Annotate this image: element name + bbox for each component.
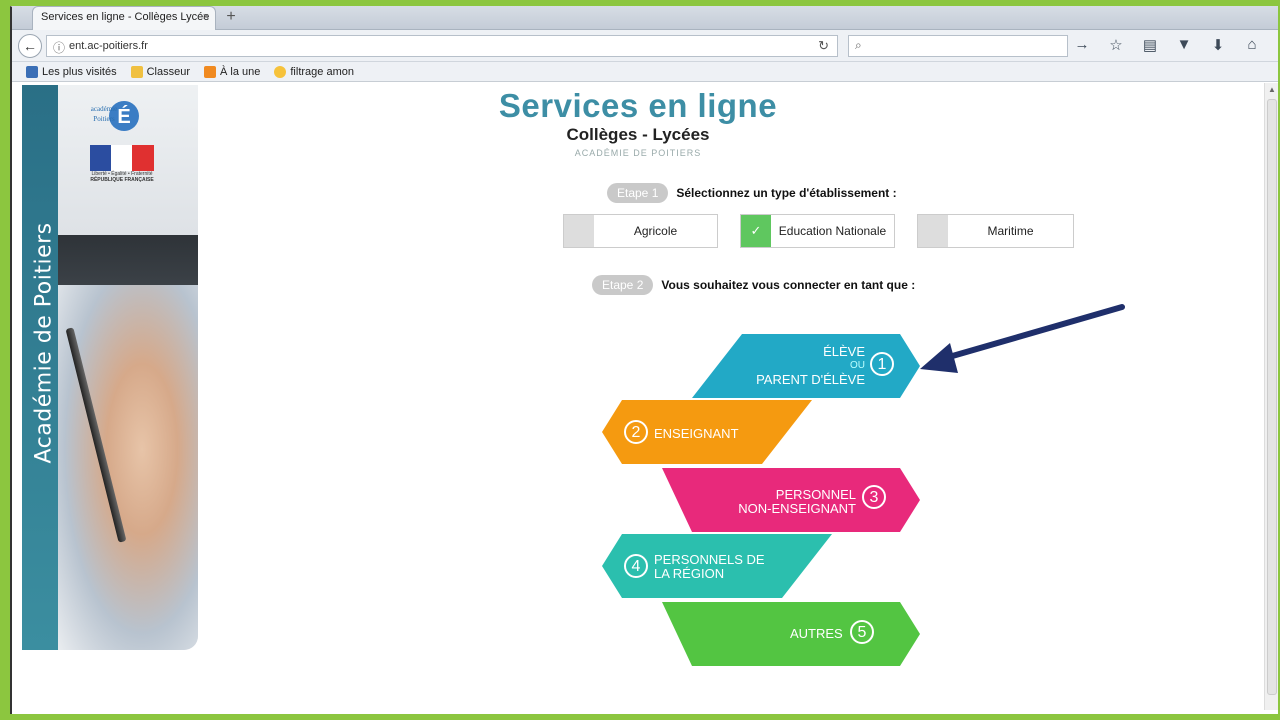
option-label: Maritime (987, 224, 1034, 238)
rss-icon (204, 65, 216, 78)
option-label: Education Nationale (778, 224, 887, 238)
info-icon[interactable]: ⓘ (53, 39, 65, 56)
academy-label: ACADÉMIE DE POITIERS (574, 148, 702, 158)
back-arrow-icon[interactable]: ← (18, 34, 42, 58)
page-title: Services en ligne (498, 87, 778, 124)
step2-heading: Etape 2 Vous souhaitez vous connecter en… (592, 275, 915, 295)
step2-text: Vous souhaitez vous connecter en tant qu… (661, 278, 916, 292)
annotation-arrow-icon (920, 304, 1125, 373)
option-label: Agricole (633, 224, 678, 238)
nav-bar: ← ⓘ ent.ac-poitiers.fr ↻ ⌕ → ☆ ▤ ▼ ⬇ ⌂ ✿… (12, 30, 1280, 62)
role-4-line1[interactable]: PERSONNELS DE (654, 553, 765, 567)
option-agricole[interactable]: Agricole (563, 214, 718, 248)
step1-text: Sélectionnez un type d'établissement : (676, 186, 897, 200)
pocket-icon[interactable]: ▼ (1174, 36, 1194, 54)
check-icon[interactable]: ✓ (741, 215, 771, 247)
scroll-up-icon[interactable]: ▲ (1268, 85, 1276, 94)
role-1-number[interactable]: 1 (870, 352, 894, 376)
checkbox-agricole[interactable] (564, 215, 594, 247)
toolbar-icons: → ☆ ▤ ▼ ⬇ ⌂ ✿ ≡ (1072, 36, 1280, 54)
new-tab-button[interactable]: + (220, 8, 242, 28)
option-education-nationale[interactable]: ✓ Education Nationale (740, 214, 895, 248)
bookmark-icon (26, 65, 38, 78)
step1-badge: Etape 1 (607, 183, 669, 203)
search-input[interactable]: ⌕ (848, 35, 1068, 57)
role-1-ou: OU (850, 360, 865, 371)
role-5-number[interactable]: 5 (850, 620, 874, 644)
role-5-label[interactable]: AUTRES (790, 627, 843, 641)
go-arrow-icon[interactable]: → (1072, 36, 1092, 54)
home-icon[interactable]: ⌂ (1242, 36, 1262, 54)
url-bar[interactable]: ⓘ ent.ac-poitiers.fr ↻ (46, 35, 838, 57)
download-icon[interactable]: ⬇ (1208, 36, 1228, 54)
option-maritime[interactable]: Maritime (917, 214, 1074, 248)
vertical-title: Académie de Poitiers (31, 222, 57, 464)
search-icon: ⌕ (855, 38, 862, 52)
bookmark-most-visited[interactable]: Les plus visités (26, 65, 117, 78)
role-1-line2[interactable]: PARENT D'ÉLÈVE (735, 373, 865, 387)
checkbox-maritime[interactable] (918, 215, 948, 247)
close-icon[interactable]: × (203, 11, 209, 23)
bookmarks-bar: Les plus visités Classeur À la une filtr… (12, 62, 1278, 82)
vertical-scrollbar[interactable]: ▲ (1264, 83, 1278, 710)
addon-icon[interactable]: ✿ (1276, 36, 1280, 54)
tab-bar: Services en ligne - Collèges Lycée × + (12, 6, 1278, 30)
folder-icon (130, 65, 143, 78)
bookmark-classeur[interactable]: Classeur (130, 65, 190, 78)
scrollbar-thumb[interactable] (1267, 99, 1277, 695)
role-4-line2[interactable]: LA RÉGION (654, 567, 724, 581)
reading-list-icon[interactable]: ▤ (1140, 36, 1160, 54)
step1-heading: Etape 1 Sélectionnez un type d'établisse… (607, 183, 897, 203)
reload-icon[interactable]: ↻ (818, 38, 829, 54)
role-3-number[interactable]: 3 (862, 485, 886, 509)
page-content: Académie de Poitiers É académie Poitiers… (12, 83, 1264, 710)
role-2-label[interactable]: ENSEIGNANT (654, 427, 739, 441)
banner-photo-hand (58, 285, 198, 650)
role-3-line1[interactable]: PERSONNEL (742, 488, 856, 502)
role-4-number[interactable]: 4 (624, 554, 648, 578)
browser-tab[interactable]: Services en ligne - Collèges Lycée × (32, 6, 216, 30)
sun-icon (274, 65, 287, 78)
role-1-line1[interactable]: ÉLÈVE (805, 345, 865, 359)
side-banner: Académie de Poitiers É académie Poitiers… (22, 85, 198, 650)
role-3-line2[interactable]: NON-ENSEIGNANT (702, 502, 856, 516)
url-text: ent.ac-poitiers.fr (69, 40, 148, 52)
bookmark-star-icon[interactable]: ☆ (1106, 36, 1126, 54)
tab-title: Services en ligne - Collèges Lycée (41, 11, 210, 23)
step2-badge: Etape 2 (592, 275, 654, 295)
page-subtitle: Collèges - Lycées (566, 125, 710, 144)
role-2-number[interactable]: 2 (624, 420, 648, 444)
bookmark-filtrage[interactable]: filtrage amon (274, 65, 354, 78)
bookmark-a-la-une[interactable]: À la une (204, 65, 260, 78)
